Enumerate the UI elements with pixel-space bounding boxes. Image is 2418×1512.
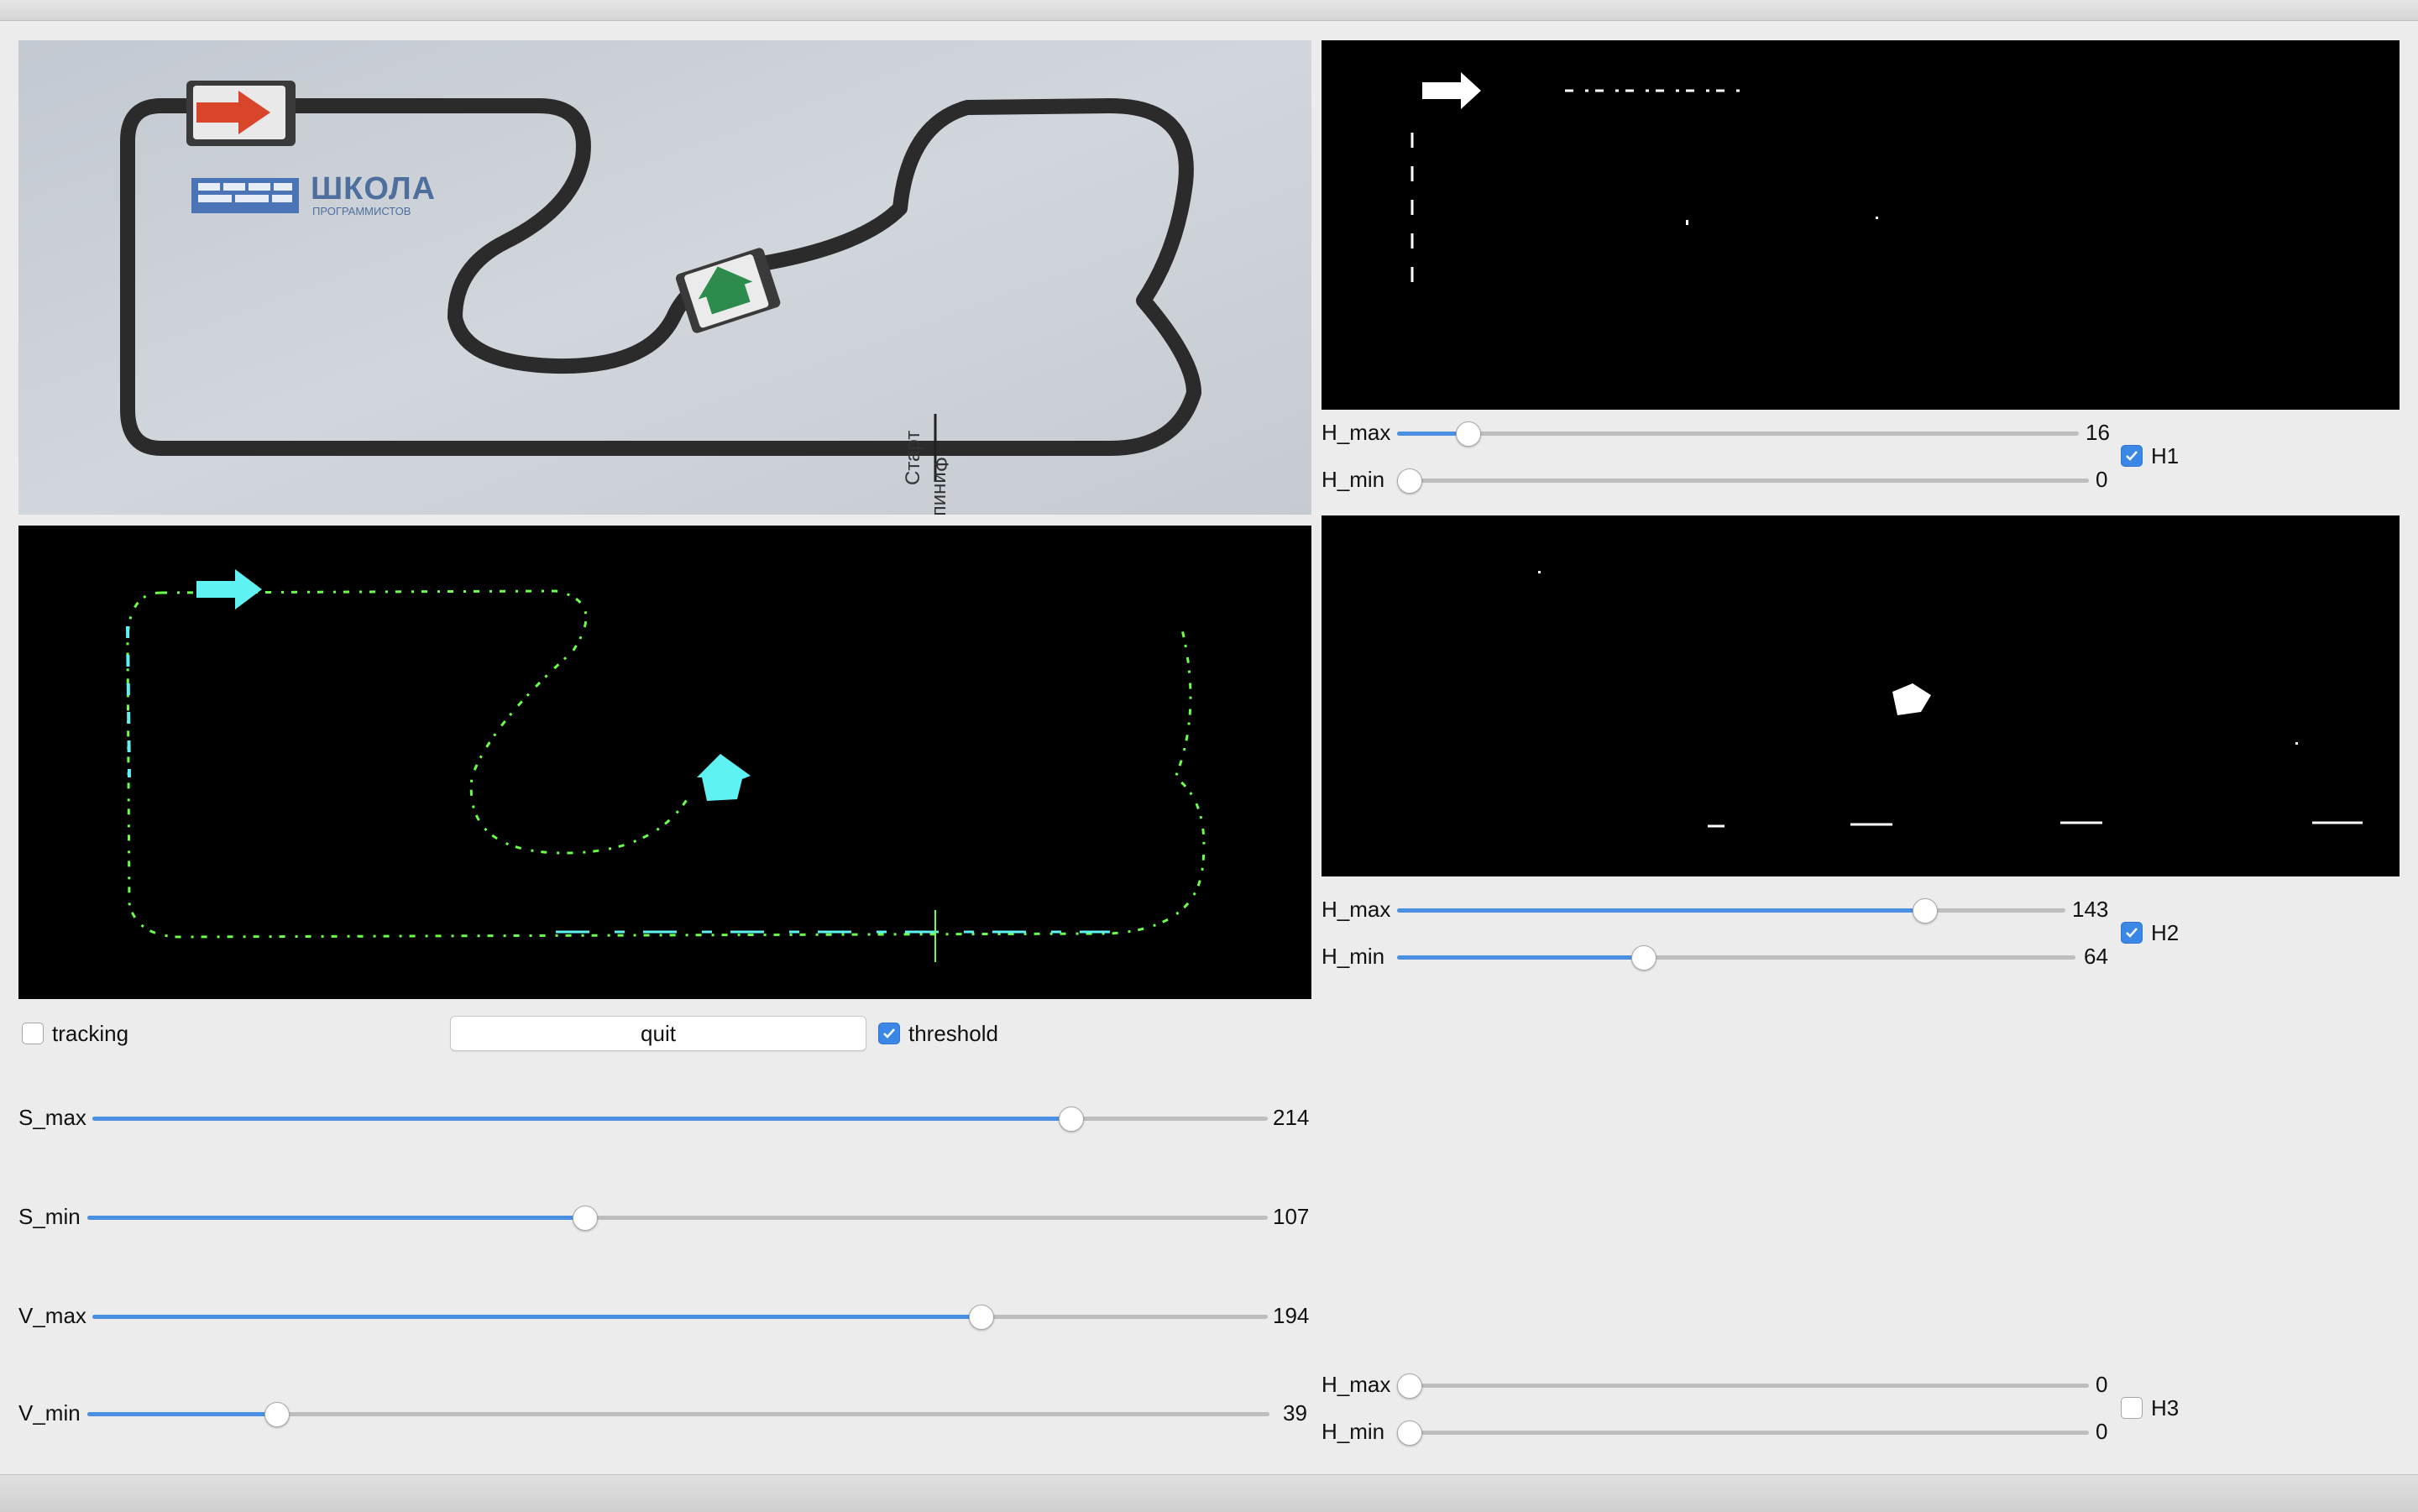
slider-knob[interactable] bbox=[1630, 945, 1656, 971]
h3-hmax-slider[interactable] bbox=[1397, 1372, 2089, 1399]
slider-knob[interactable] bbox=[264, 1402, 290, 1427]
h3-hmax-value: 0 bbox=[2096, 1372, 2108, 1397]
hue-mask-2-view bbox=[1322, 515, 2400, 876]
h1-hmax-value: 16 bbox=[2086, 420, 2110, 445]
slider-knob[interactable] bbox=[573, 1206, 599, 1231]
hue-mask-1-view bbox=[1322, 40, 2400, 410]
school-logo bbox=[191, 178, 299, 213]
s-max-slider[interactable] bbox=[92, 1105, 1268, 1132]
h3-hmin-slider[interactable] bbox=[1397, 1419, 2089, 1446]
combined-mask-view bbox=[18, 526, 1311, 999]
logo-title: ШКОЛА bbox=[311, 171, 437, 207]
finish-label: Финиш bbox=[929, 457, 952, 515]
h2-hmax-slider[interactable] bbox=[1397, 897, 2065, 923]
v-max-value: 194 bbox=[1273, 1303, 1310, 1328]
h1-checkbox-label: H1 bbox=[2151, 443, 2180, 468]
h1-hmin-label: H_min bbox=[1322, 467, 1385, 492]
s-max-value: 214 bbox=[1273, 1105, 1310, 1130]
s-max-label: S_max bbox=[18, 1105, 86, 1130]
slider-knob[interactable] bbox=[1912, 898, 1938, 923]
h3-hmin-value: 0 bbox=[2096, 1419, 2108, 1444]
camera-view: ШКОЛА ПРОГРАММИСТОВ Старт Финиш bbox=[18, 40, 1311, 515]
s-min-slider[interactable] bbox=[87, 1204, 1268, 1231]
slider-knob[interactable] bbox=[1397, 1373, 1422, 1399]
v-min-label: V_min bbox=[18, 1400, 81, 1426]
h3-checkbox[interactable] bbox=[2121, 1397, 2143, 1419]
slider-knob[interactable] bbox=[1397, 1420, 1422, 1446]
robot-red bbox=[186, 81, 296, 146]
v-min-slider[interactable] bbox=[87, 1400, 1269, 1427]
slider-knob[interactable] bbox=[968, 1305, 994, 1330]
h2-checkbox[interactable] bbox=[2121, 922, 2143, 944]
h2-hmin-slider[interactable] bbox=[1397, 944, 2075, 971]
h2-hmax-value: 143 bbox=[2072, 897, 2109, 922]
checkmark-icon bbox=[883, 1028, 895, 1039]
threshold-checkbox[interactable] bbox=[878, 1023, 900, 1044]
s-min-label: S_min bbox=[18, 1204, 81, 1229]
v-min-value: 39 bbox=[1283, 1400, 1307, 1426]
h2-hmin-value: 64 bbox=[2084, 944, 2108, 969]
window-titlebar bbox=[0, 0, 2418, 21]
h2-checkbox-label: H2 bbox=[2151, 920, 2180, 945]
v-max-slider[interactable] bbox=[92, 1303, 1268, 1330]
h1-hmin-slider[interactable] bbox=[1397, 467, 2089, 494]
tracking-checkbox[interactable] bbox=[22, 1023, 44, 1044]
tracking-label: tracking bbox=[52, 1021, 129, 1046]
logo-subtitle: ПРОГРАММИСТОВ bbox=[312, 205, 411, 217]
h2-hmax-label: H_max bbox=[1322, 897, 1391, 922]
start-label: Старт bbox=[902, 430, 924, 485]
checkmark-icon bbox=[2126, 928, 2138, 938]
h3-checkbox-label: H3 bbox=[2151, 1395, 2180, 1420]
v-max-label: V_max bbox=[18, 1303, 86, 1328]
h1-hmax-label: H_max bbox=[1322, 420, 1391, 445]
h2-hmin-label: H_min bbox=[1322, 944, 1385, 969]
h1-hmax-slider[interactable] bbox=[1397, 420, 2079, 447]
h1-hmin-value: 0 bbox=[2096, 467, 2108, 492]
slider-knob[interactable] bbox=[1059, 1107, 1085, 1132]
h3-hmin-label: H_min bbox=[1322, 1419, 1385, 1444]
slider-knob[interactable] bbox=[1397, 468, 1422, 494]
h1-checkbox[interactable] bbox=[2121, 445, 2143, 467]
quit-button[interactable]: quit bbox=[450, 1016, 866, 1051]
s-min-value: 107 bbox=[1273, 1204, 1310, 1229]
window-bottom-bar bbox=[0, 1474, 2418, 1512]
slider-knob[interactable] bbox=[1456, 421, 1482, 447]
h3-hmax-label: H_max bbox=[1322, 1372, 1391, 1397]
checkmark-icon bbox=[2126, 451, 2138, 461]
threshold-label: threshold bbox=[908, 1021, 998, 1046]
